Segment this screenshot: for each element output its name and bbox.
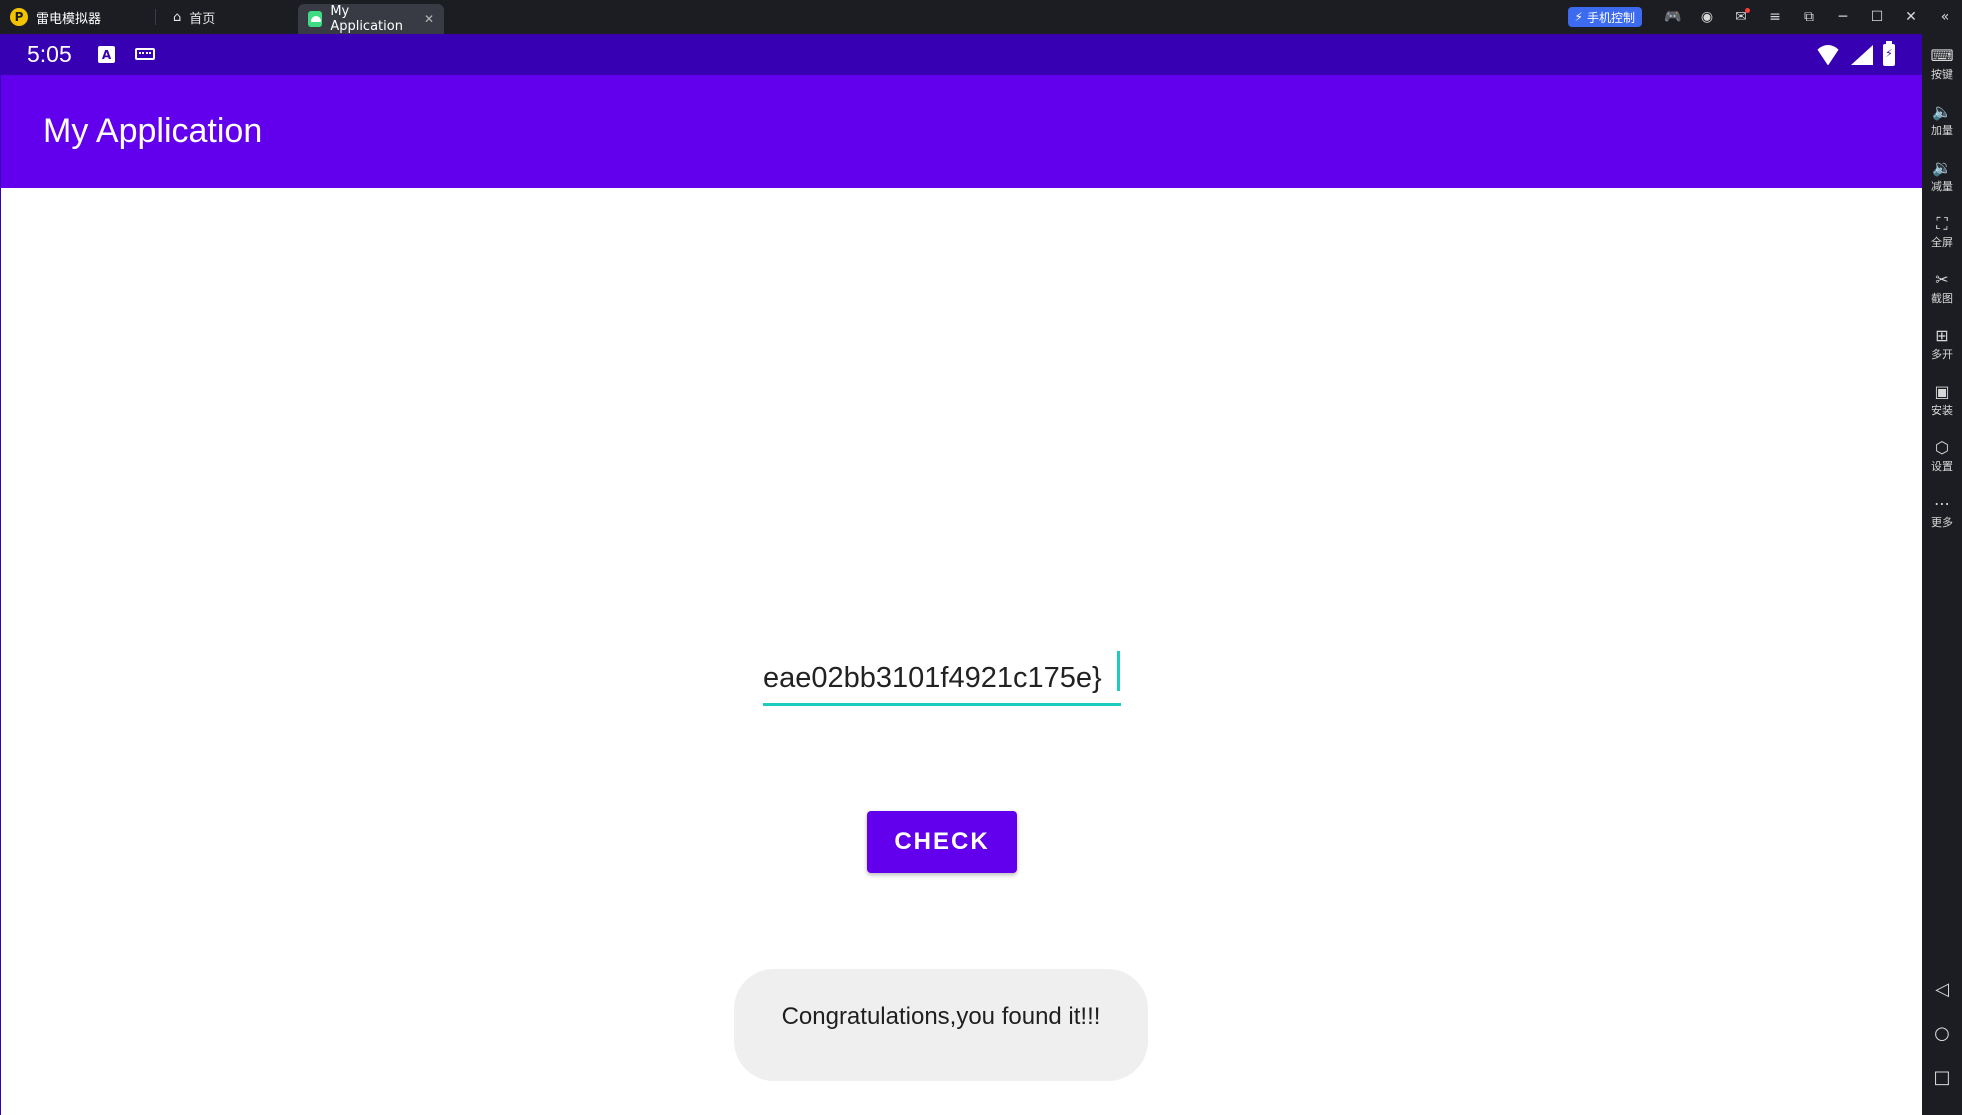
emulator-name: 雷电模拟器 bbox=[36, 11, 102, 27]
notification-dot bbox=[1745, 8, 1750, 13]
tab-my-application[interactable]: My Application ✕ bbox=[298, 4, 444, 34]
sidebar-item-more-label: 更多 bbox=[1931, 516, 1953, 529]
menu-icon[interactable]: ≡ bbox=[1758, 0, 1792, 34]
close-window-icon[interactable]: ✕ bbox=[1894, 0, 1928, 34]
android-app-icon bbox=[308, 11, 323, 27]
tab-home[interactable]: ⌂ 首页 bbox=[165, 0, 223, 34]
tab-home-label: 首页 bbox=[189, 11, 216, 27]
volume-down-icon: 🔉 bbox=[1932, 158, 1952, 177]
sidebar-item-screenshot[interactable]: ✂ 截图 bbox=[1922, 270, 1962, 322]
phone-control-button[interactable]: ⚡ 手机控制 bbox=[1567, 7, 1642, 27]
tab-divider bbox=[155, 9, 156, 25]
main-content: eae02bb3101f4921c175e} CHECK Congratulat… bbox=[1, 188, 1923, 1115]
sidebar-item-keys-label: 按键 bbox=[1931, 68, 1953, 81]
account-icon[interactable]: ◉ bbox=[1690, 0, 1724, 34]
flag-input-value: eae02bb3101f4921c175e} bbox=[763, 662, 1102, 694]
phone-control-label: 手机控制 bbox=[1586, 10, 1635, 25]
sidebar-item-fullscreen-label: 全屏 bbox=[1931, 236, 1953, 249]
app-title: My Application bbox=[43, 112, 263, 150]
sidebar-item-screenshot-label: 截图 bbox=[1931, 292, 1953, 305]
tab-my-application-label: My Application bbox=[330, 4, 403, 34]
emulator-sidebar: ⌨ 按键 🔈 加量 🔉 减量 ⛶ 全屏 ✂ 截图 ⊞ 多开 ▣ 安装 ⬡ 设置 … bbox=[1922, 34, 1962, 1115]
volume-up-icon: 🔈 bbox=[1932, 102, 1952, 121]
scissors-icon: ✂ bbox=[1935, 270, 1949, 289]
flag-input[interactable]: eae02bb3101f4921c175e} bbox=[763, 650, 1121, 706]
sidebar-item-multi-instance-label: 多开 bbox=[1931, 348, 1953, 361]
sidebar-item-volume-down-label: 减量 bbox=[1931, 180, 1953, 193]
more-icon: ⋯ bbox=[1934, 494, 1950, 513]
flag-input-underline bbox=[763, 703, 1121, 706]
recents-icon: □ bbox=[1933, 1066, 1951, 1088]
wifi-icon bbox=[1815, 45, 1841, 65]
status-icons bbox=[1815, 34, 1895, 75]
lightning-icon: ⚡ bbox=[1574, 10, 1583, 24]
text-cursor bbox=[1117, 651, 1120, 691]
keyboard-notification-icon bbox=[135, 48, 155, 60]
notification-a-icon: A bbox=[98, 46, 115, 63]
emulator-brand: P 雷电模拟器 bbox=[10, 0, 101, 34]
battery-charging-icon bbox=[1883, 40, 1895, 66]
android-statusbar: 5:05 A bbox=[1, 34, 1923, 75]
sidebar-item-volume-up-label: 加量 bbox=[1931, 124, 1953, 137]
maximize-icon[interactable]: ☐ bbox=[1860, 0, 1894, 34]
minimize-icon[interactable]: ─ bbox=[1826, 0, 1860, 34]
restore-window-icon[interactable]: ⧉ bbox=[1792, 0, 1826, 34]
back-icon: ◁ bbox=[1935, 978, 1949, 1000]
check-button[interactable]: CHECK bbox=[867, 811, 1017, 873]
keyboard-icon: ⌨ bbox=[1930, 46, 1954, 65]
toast-message: Congratulations,you found it!!! bbox=[734, 969, 1148, 1081]
status-time: 5:05 bbox=[27, 41, 72, 67]
close-tab-icon[interactable]: ✕ bbox=[424, 12, 434, 26]
collapse-sidebar-icon[interactable]: « bbox=[1928, 0, 1962, 34]
sidebar-item-install-label: 安装 bbox=[1931, 404, 1953, 417]
sidebar-item-settings[interactable]: ⬡ 设置 bbox=[1922, 438, 1962, 490]
sidebar-item-more[interactable]: ⋯ 更多 bbox=[1922, 494, 1962, 546]
gamepad-icon[interactable]: 🎮 bbox=[1656, 0, 1690, 34]
sidebar-item-keys[interactable]: ⌨ 按键 bbox=[1922, 46, 1962, 98]
settings-icon: ⬡ bbox=[1935, 438, 1949, 457]
sidebar-item-volume-down[interactable]: 🔉 减量 bbox=[1922, 158, 1962, 210]
emulator-logo-icon: P bbox=[10, 8, 28, 26]
fullscreen-icon: ⛶ bbox=[1936, 214, 1948, 233]
android-screen: 5:05 A My Application eae02bb3101f4921c1… bbox=[0, 34, 1923, 1115]
titlebar-controls: ⚡ 手机控制 🎮 ◉ ✉ ≡ ⧉ ─ ☐ ✕ « bbox=[1567, 0, 1962, 34]
home-circle-icon: ○ bbox=[1934, 1022, 1950, 1044]
app-bar: My Application bbox=[1, 75, 1923, 188]
mail-icon[interactable]: ✉ bbox=[1724, 0, 1758, 34]
back-button[interactable]: ◁ bbox=[1922, 974, 1962, 1004]
sidebar-item-install[interactable]: ▣ 安装 bbox=[1922, 382, 1962, 434]
signal-icon bbox=[1851, 44, 1873, 65]
sidebar-item-multi-instance[interactable]: ⊞ 多开 bbox=[1922, 326, 1962, 378]
emulator-titlebar: P 雷电模拟器 ⌂ 首页 My Application ✕ ⚡ 手机控制 🎮 ◉… bbox=[0, 0, 1962, 34]
recents-button[interactable]: □ bbox=[1922, 1062, 1962, 1092]
multi-instance-icon: ⊞ bbox=[1935, 326, 1949, 345]
home-button[interactable]: ○ bbox=[1922, 1018, 1962, 1048]
apk-install-icon: ▣ bbox=[1934, 382, 1950, 401]
sidebar-item-volume-up[interactable]: 🔈 加量 bbox=[1922, 102, 1962, 154]
sidebar-item-fullscreen[interactable]: ⛶ 全屏 bbox=[1922, 214, 1962, 266]
sidebar-item-settings-label: 设置 bbox=[1931, 460, 1953, 473]
home-icon: ⌂ bbox=[173, 9, 182, 25]
